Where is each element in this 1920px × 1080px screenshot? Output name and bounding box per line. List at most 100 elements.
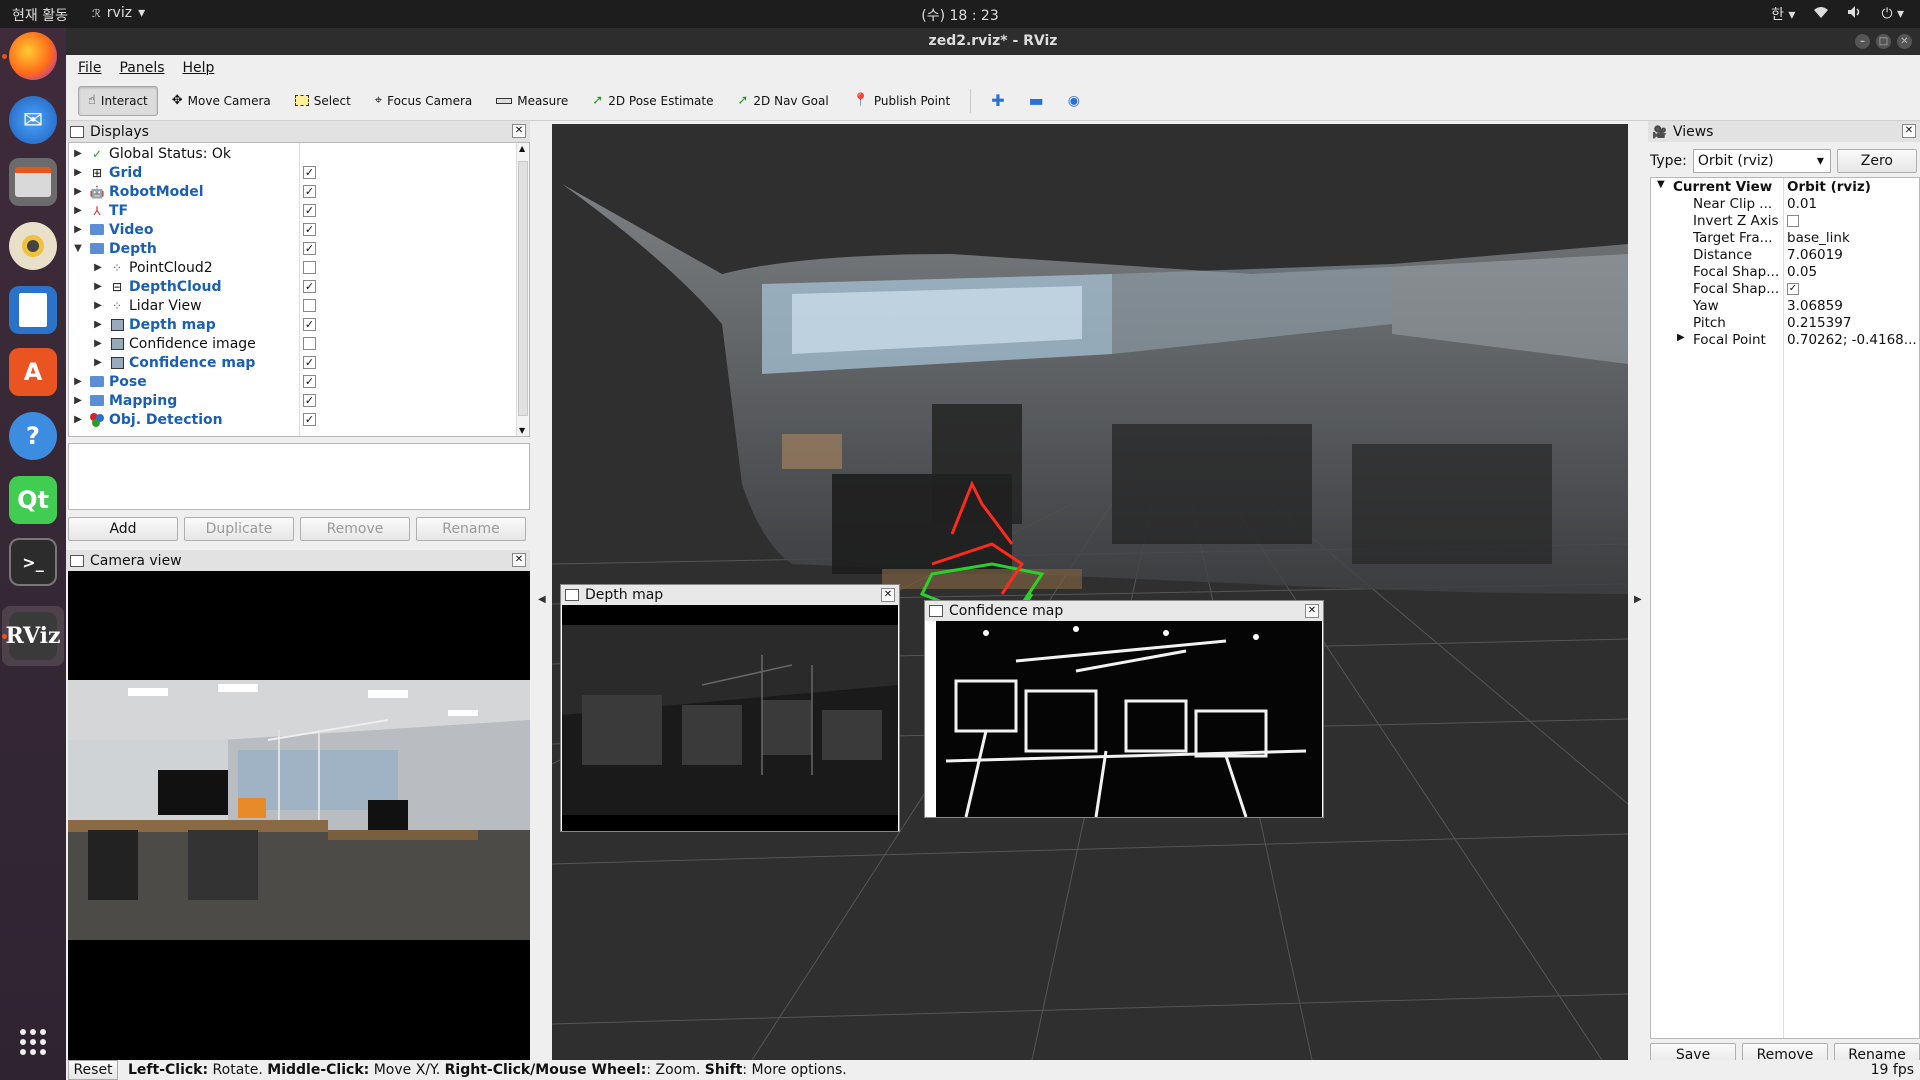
close-icon[interactable]: ✕ bbox=[512, 553, 526, 567]
files-icon[interactable] bbox=[9, 158, 57, 206]
camera-image[interactable] bbox=[68, 571, 530, 1060]
expand-arrow-icon[interactable]: ▶ bbox=[1677, 332, 1685, 343]
tree-row-tf[interactable]: ▶ ⅄ TF ✓ bbox=[69, 201, 509, 220]
tree-row-global-status[interactable]: ▶ ✓ Global Status: Ok bbox=[69, 144, 509, 163]
display-checkbox[interactable]: ✓ bbox=[303, 356, 316, 369]
focus-camera-tool-button[interactable]: ⌖ Focus Camera bbox=[365, 86, 483, 116]
close-icon[interactable]: ✕ bbox=[1305, 604, 1319, 618]
tree-row-mapping[interactable]: ▶ Mapping ✓ bbox=[69, 391, 509, 410]
current-view-row[interactable]: ▼ Current View Orbit (rviz) bbox=[1651, 179, 1919, 196]
tree-row-obj-detection[interactable]: ▶ Obj. Detection ✓ bbox=[69, 410, 509, 429]
tree-scrollbar[interactable]: ▲ ▼ bbox=[516, 143, 529, 436]
display-checkbox[interactable]: ✓ bbox=[303, 280, 316, 293]
property-row-focal-shape-size[interactable]: Focal Shap... 0.05 bbox=[1651, 264, 1919, 281]
qt-creator-icon[interactable]: Qt bbox=[9, 476, 57, 524]
expand-arrow-icon[interactable]: ▶ bbox=[73, 205, 83, 216]
menu-panels[interactable]: Panels bbox=[119, 60, 164, 76]
display-checkbox[interactable]: ✓ bbox=[303, 413, 316, 426]
firefox-icon[interactable] bbox=[9, 32, 57, 80]
expand-arrow-icon[interactable]: ▶ bbox=[93, 338, 103, 349]
collapse-arrow-icon[interactable]: ▼ bbox=[1657, 179, 1665, 190]
tree-row-lidar-view[interactable]: ▶ ⁘ Lidar View bbox=[69, 296, 509, 315]
property-row-target-frame[interactable]: Target Fra... base_link bbox=[1651, 230, 1919, 247]
menu-help[interactable]: Help bbox=[183, 60, 215, 76]
clock[interactable]: (수) 18 : 23 bbox=[0, 5, 1920, 25]
expand-arrow-icon[interactable]: ▶ bbox=[73, 414, 83, 425]
minimize-icon[interactable]: – bbox=[1855, 34, 1870, 49]
view-type-select[interactable]: Orbit (rviz) bbox=[1692, 149, 1831, 173]
publish-point-tool-button[interactable]: 📍 Publish Point bbox=[843, 86, 961, 116]
tree-row-video[interactable]: ▶ Video ✓ bbox=[69, 220, 509, 239]
right-splitter[interactable]: ▶ bbox=[1628, 124, 1648, 1060]
remove-tool-button[interactable]: ▬ bbox=[1019, 86, 1054, 116]
menu-file[interactable]: File bbox=[78, 60, 101, 76]
display-checkbox[interactable]: ✓ bbox=[303, 185, 316, 198]
nav-goal-tool-button[interactable]: ➚ 2D Nav Goal bbox=[728, 86, 839, 116]
property-row-invert-z[interactable]: Invert Z Axis bbox=[1651, 213, 1919, 230]
expand-arrow-icon[interactable]: ▶ bbox=[93, 357, 103, 368]
close-icon[interactable]: ✕ bbox=[1897, 34, 1912, 49]
display-checkbox[interactable]: ✓ bbox=[303, 318, 316, 331]
property-row-focal-point[interactable]: ▶ Focal Point 0.70262; -0.4168... bbox=[1651, 332, 1919, 349]
display-checkbox[interactable]: ✓ bbox=[303, 166, 316, 179]
system-tray[interactable]: 한 ▾ ⏻ ▾ bbox=[1771, 4, 1904, 24]
tree-row-confidence-map[interactable]: ▶ Confidence map ✓ bbox=[69, 353, 509, 372]
display-checkbox[interactable] bbox=[303, 261, 316, 274]
libreoffice-writer-icon[interactable] bbox=[9, 286, 57, 334]
add-tool-button[interactable]: ✚ bbox=[981, 86, 1014, 116]
display-checkbox[interactable]: ✓ bbox=[303, 242, 316, 255]
expand-arrow-icon[interactable]: ▶ bbox=[93, 319, 103, 330]
chevron-right-icon[interactable]: ▶ bbox=[1634, 594, 1642, 605]
close-icon[interactable]: ✕ bbox=[881, 588, 895, 602]
rhythmbox-icon[interactable] bbox=[9, 222, 57, 270]
tool-properties-button[interactable]: ◉ bbox=[1058, 86, 1090, 116]
collapse-arrow-icon[interactable]: ▼ bbox=[73, 243, 83, 254]
property-value[interactable] bbox=[1787, 213, 1917, 229]
3d-render-view[interactable]: Depth map ✕ Confidence map ✕ bbox=[552, 124, 1628, 1060]
expand-arrow-icon[interactable]: ▶ bbox=[73, 167, 83, 178]
tree-row-depthcloud[interactable]: ▶ ⊟ DepthCloud ✓ bbox=[69, 277, 509, 296]
close-icon[interactable]: ✕ bbox=[1902, 124, 1916, 138]
input-method-indicator[interactable]: 한 ▾ bbox=[1771, 4, 1795, 24]
tree-row-depth-map[interactable]: ▶ Depth map ✓ bbox=[69, 315, 509, 334]
display-checkbox[interactable] bbox=[303, 337, 316, 350]
property-row-pitch[interactable]: Pitch 0.215397 bbox=[1651, 315, 1919, 332]
maximize-icon[interactable]: □ bbox=[1876, 34, 1891, 49]
expand-arrow-icon[interactable]: ▶ bbox=[93, 262, 103, 273]
depth-map-window[interactable]: Depth map ✕ bbox=[560, 584, 900, 832]
rename-display-button[interactable]: Rename bbox=[416, 517, 526, 541]
zero-button[interactable]: Zero bbox=[1836, 149, 1917, 173]
scrollbar-thumb[interactable] bbox=[518, 161, 528, 416]
property-row-distance[interactable]: Distance 7.06019 bbox=[1651, 247, 1919, 264]
interact-tool-button[interactable]: ☝ Interact bbox=[78, 85, 158, 116]
expand-arrow-icon[interactable]: ▶ bbox=[73, 148, 83, 159]
display-checkbox[interactable]: ✓ bbox=[303, 204, 316, 217]
left-splitter[interactable]: ◀ bbox=[532, 124, 552, 1060]
terminal-icon[interactable]: >_ bbox=[9, 538, 57, 586]
chevron-left-icon[interactable]: ◀ bbox=[538, 594, 546, 605]
window-titlebar[interactable]: zed2.rviz* - RViz – □ ✕ bbox=[66, 28, 1920, 55]
display-checkbox[interactable]: ✓ bbox=[303, 375, 316, 388]
invert-z-checkbox[interactable] bbox=[1787, 215, 1799, 227]
property-row-focal-shape-fixed[interactable]: Focal Shap... ✓ bbox=[1651, 281, 1919, 298]
expand-arrow-icon[interactable]: ▶ bbox=[73, 224, 83, 235]
expand-arrow-icon[interactable]: ▶ bbox=[93, 300, 103, 311]
display-checkbox[interactable]: ✓ bbox=[303, 223, 316, 236]
help-icon[interactable]: ? bbox=[9, 412, 57, 460]
expand-arrow-icon[interactable]: ▶ bbox=[93, 281, 103, 292]
show-applications-icon[interactable] bbox=[9, 1018, 57, 1066]
reset-button[interactable]: Reset bbox=[68, 1060, 118, 1080]
property-row-near-clip[interactable]: Near Clip ... 0.01 bbox=[1651, 196, 1919, 213]
property-row-yaw[interactable]: Yaw 3.06859 bbox=[1651, 298, 1919, 315]
expand-arrow-icon[interactable]: ▶ bbox=[73, 395, 83, 406]
measure-tool-button[interactable]: Measure bbox=[486, 86, 578, 116]
scroll-down-icon[interactable]: ▼ bbox=[519, 426, 525, 435]
expand-arrow-icon[interactable]: ▶ bbox=[73, 186, 83, 197]
tree-row-pointcloud2[interactable]: ▶ ⁘ PointCloud2 bbox=[69, 258, 509, 277]
tree-row-grid[interactable]: ▶ ⊞ Grid ✓ bbox=[69, 163, 509, 182]
select-tool-button[interactable]: Select bbox=[285, 86, 361, 116]
close-icon[interactable]: ✕ bbox=[512, 124, 526, 138]
property-value[interactable]: ✓ bbox=[1787, 281, 1917, 297]
display-checkbox[interactable]: ✓ bbox=[303, 394, 316, 407]
tree-row-robotmodel[interactable]: ▶ 🤖 RobotModel ✓ bbox=[69, 182, 509, 201]
